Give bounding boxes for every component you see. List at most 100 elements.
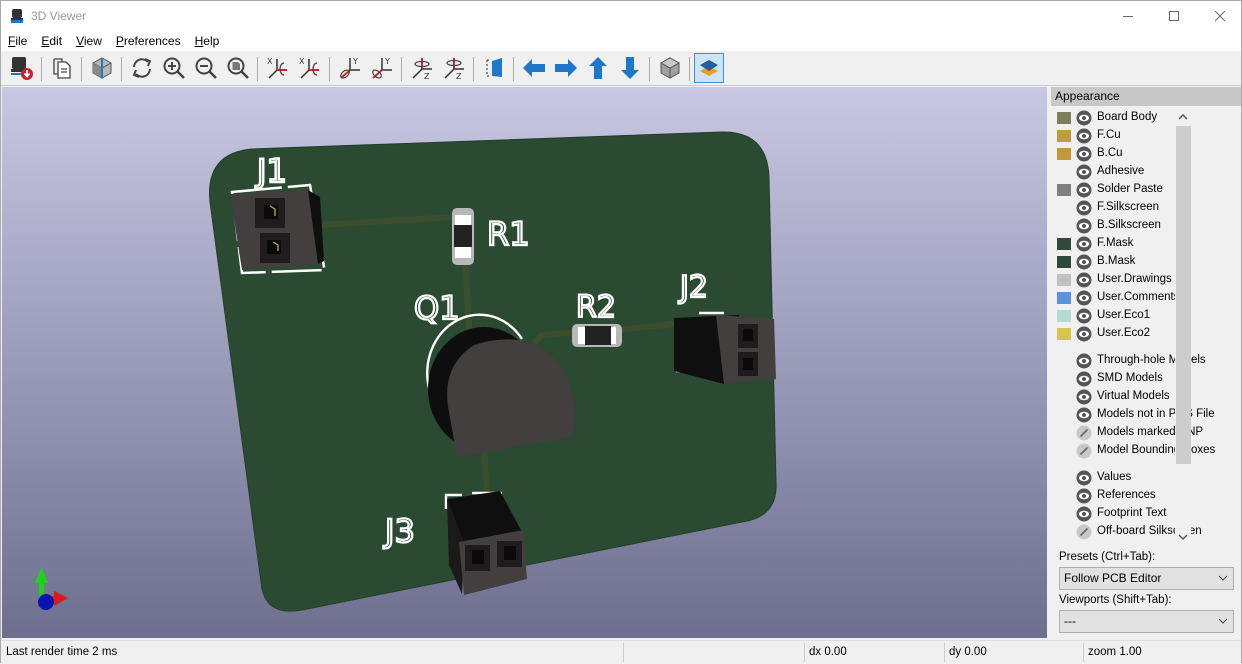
scroll-up-button[interactable] bbox=[1175, 109, 1191, 125]
toolbar-separator bbox=[41, 57, 42, 81]
zoom-in-icon bbox=[163, 57, 185, 79]
zoom-out-icon bbox=[195, 57, 217, 79]
orthographic-button[interactable] bbox=[655, 53, 685, 83]
viewports-value: --- bbox=[1064, 614, 1076, 628]
visibility-eye-icon[interactable] bbox=[1076, 290, 1092, 306]
visibility-eye-icon[interactable] bbox=[1076, 308, 1092, 324]
layer-color-swatch[interactable] bbox=[1057, 112, 1071, 124]
layer-row: B.Silkscreen bbox=[1051, 217, 1225, 235]
menu-help[interactable]: Help bbox=[188, 32, 227, 51]
layer-color-swatch[interactable] bbox=[1057, 256, 1071, 268]
layer-color-swatch[interactable] bbox=[1057, 310, 1071, 322]
visibility-eye-icon[interactable] bbox=[1076, 389, 1092, 405]
appearance-title: Appearance bbox=[1051, 87, 1241, 106]
visibility-eye-icon[interactable] bbox=[1076, 326, 1092, 342]
visibility-eye-icon[interactable] bbox=[1076, 146, 1092, 162]
layer-row: Off-board Silkscreen bbox=[1051, 523, 1225, 541]
move-down-button[interactable] bbox=[615, 53, 645, 83]
move-left-button[interactable] bbox=[519, 53, 549, 83]
visibility-eye-icon[interactable] bbox=[1076, 254, 1092, 270]
visibility-hidden-icon[interactable] bbox=[1076, 524, 1092, 540]
toolbar-separator bbox=[121, 57, 122, 81]
arrow-left-icon bbox=[523, 59, 545, 77]
visibility-hidden-icon[interactable] bbox=[1076, 425, 1092, 441]
svg-text:X: X bbox=[267, 57, 273, 66]
reload-board-icon bbox=[11, 57, 33, 80]
visibility-eye-icon[interactable] bbox=[1076, 164, 1092, 180]
layer-row: F.Cu bbox=[1051, 127, 1225, 145]
connector-j1 bbox=[230, 183, 327, 275]
dy-readout: dy 0.00 bbox=[949, 646, 987, 658]
scrollbar-thumb[interactable] bbox=[1176, 126, 1191, 464]
3d-viewport[interactable]: J1 R1 Q1 R2 J2 J3 bbox=[2, 87, 1047, 638]
visibility-eye-icon[interactable] bbox=[1076, 182, 1092, 198]
visibility-eye-icon[interactable] bbox=[1076, 407, 1092, 423]
toolbar-separator bbox=[257, 57, 258, 81]
layer-color-swatch[interactable] bbox=[1057, 328, 1071, 340]
layer-label: Adhesive bbox=[1097, 165, 1145, 177]
status-divider bbox=[944, 643, 945, 662]
rotate-z-counterclockwise-button[interactable]: Z bbox=[439, 53, 469, 83]
menu-edit[interactable]: Edit bbox=[34, 32, 69, 51]
visibility-eye-icon[interactable] bbox=[1076, 236, 1092, 252]
zoom-fit-button[interactable] bbox=[223, 53, 253, 83]
visibility-eye-icon[interactable] bbox=[1076, 218, 1092, 234]
menu-mnemonic: H bbox=[194, 34, 204, 48]
move-up-button[interactable] bbox=[583, 53, 613, 83]
menu-label: ile bbox=[15, 34, 28, 48]
presets-dropdown[interactable]: Follow PCB Editor bbox=[1059, 567, 1234, 590]
chevron-down-icon bbox=[1219, 618, 1227, 624]
toolbar-separator bbox=[689, 57, 690, 81]
layer-label: Footprint Text bbox=[1097, 507, 1167, 519]
refresh-button[interactable] bbox=[127, 53, 157, 83]
minimize-button[interactable] bbox=[1105, 1, 1151, 32]
visibility-eye-icon[interactable] bbox=[1076, 470, 1092, 486]
layer-color-swatch[interactable] bbox=[1057, 130, 1071, 142]
viewports-dropdown[interactable]: --- bbox=[1059, 610, 1234, 633]
move-right-button[interactable] bbox=[551, 53, 581, 83]
svg-text:Y: Y bbox=[352, 57, 358, 66]
visibility-eye-icon[interactable] bbox=[1076, 200, 1092, 216]
layer-label: B.Cu bbox=[1097, 147, 1123, 159]
visibility-eye-icon[interactable] bbox=[1076, 353, 1092, 369]
zoom-out-button[interactable] bbox=[191, 53, 221, 83]
visibility-eye-icon[interactable] bbox=[1076, 371, 1092, 387]
visibility-eye-icon[interactable] bbox=[1076, 128, 1092, 144]
raytracing-button[interactable] bbox=[87, 53, 117, 83]
zoom-in-button[interactable] bbox=[159, 53, 189, 83]
menu-bar: File Edit View Preferences Help bbox=[1, 32, 1241, 51]
copy-icon bbox=[53, 58, 71, 79]
close-icon bbox=[1214, 11, 1225, 22]
rotate-x-clockwise-button[interactable]: X bbox=[263, 53, 293, 83]
reload-board-button[interactable] bbox=[7, 53, 37, 83]
rotate-y-clockwise-button[interactable]: Y bbox=[335, 53, 365, 83]
toggle-appearance-button[interactable] bbox=[694, 53, 724, 83]
layer-color-swatch[interactable] bbox=[1057, 292, 1071, 304]
visibility-eye-icon[interactable] bbox=[1076, 506, 1092, 522]
visibility-eye-icon[interactable] bbox=[1076, 488, 1092, 504]
maximize-button[interactable] bbox=[1151, 1, 1197, 32]
layer-row: Values bbox=[1051, 469, 1225, 487]
menu-label: dit bbox=[49, 34, 63, 48]
layer-row: Virtual Models bbox=[1051, 388, 1225, 406]
rotate-z-clockwise-button[interactable]: Z bbox=[407, 53, 437, 83]
menu-file[interactable]: File bbox=[1, 32, 34, 51]
layer-color-swatch[interactable] bbox=[1057, 184, 1071, 196]
visibility-eye-icon[interactable] bbox=[1076, 110, 1092, 126]
visibility-eye-icon[interactable] bbox=[1076, 272, 1092, 288]
rotate-y-counterclockwise-button[interactable]: Y bbox=[367, 53, 397, 83]
menu-label: elp bbox=[203, 34, 220, 48]
flip-board-button[interactable] bbox=[479, 53, 509, 83]
copy-to-clipboard-button[interactable] bbox=[47, 53, 77, 83]
layer-list-scrollbar[interactable] bbox=[1175, 109, 1191, 545]
rotate-x-counterclockwise-button[interactable]: X bbox=[295, 53, 325, 83]
layer-color-swatch[interactable] bbox=[1057, 274, 1071, 286]
scroll-down-button[interactable] bbox=[1175, 529, 1191, 545]
layer-color-swatch[interactable] bbox=[1057, 148, 1071, 160]
layer-color-swatch[interactable] bbox=[1057, 238, 1071, 250]
close-button[interactable] bbox=[1197, 1, 1242, 32]
visibility-hidden-icon[interactable] bbox=[1076, 443, 1092, 459]
menu-view[interactable]: View bbox=[69, 32, 109, 51]
layer-row: References bbox=[1051, 487, 1225, 505]
menu-preferences[interactable]: Preferences bbox=[109, 32, 188, 51]
